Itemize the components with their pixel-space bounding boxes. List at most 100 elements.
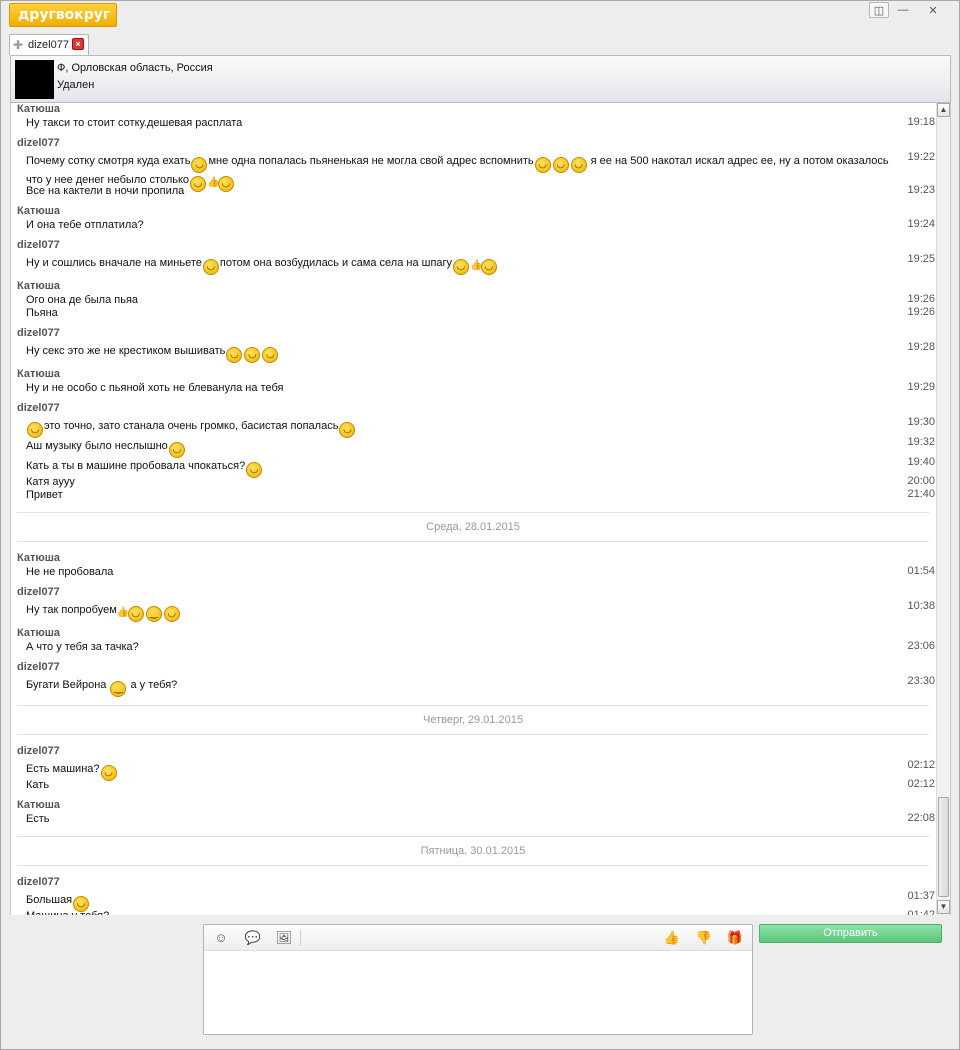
- grin-emoji-icon: ◡: [339, 422, 356, 438]
- scrollbar[interactable]: ▲ ▼: [936, 103, 950, 915]
- message-fragment: Ну секс это же не крестиком вышивать: [26, 345, 226, 357]
- tab-label: dizel077: [28, 39, 69, 51]
- message-time: 19:22: [907, 151, 935, 163]
- smiley-icon[interactable]: ☺: [211, 929, 231, 947]
- grin-emoji-icon: ◡: [191, 157, 208, 173]
- message-text: Пьяна: [26, 307, 58, 319]
- message-sender[interactable]: dizel077: [17, 239, 60, 251]
- message-sender[interactable]: Катюша: [17, 368, 60, 380]
- message-text: Бугати Вейрона ‿ а у тебя?: [26, 678, 896, 697]
- message-sender[interactable]: Катюша: [17, 280, 60, 292]
- grin-emoji-icon: ◡: [202, 259, 219, 275]
- message-time: 19:30: [907, 416, 935, 428]
- thumbs-up-emoji-icon: 👍: [470, 260, 483, 271]
- message-text: Ну и сошлись вначале на миньете ◡ потом он…: [26, 256, 896, 275]
- message-time: 22:08: [907, 812, 935, 824]
- wink-emoji-icon: ‿: [110, 681, 127, 697]
- gift-icon[interactable]: 🎁: [725, 929, 745, 947]
- thumbs-up-emoji-icon: 👍: [116, 607, 130, 618]
- message-text: Аш музыку было неслышно ◡: [26, 439, 896, 458]
- thumbs-down-icon[interactable]: 👎: [694, 929, 714, 947]
- message-time: 19:29: [907, 381, 935, 393]
- close-tab-icon[interactable]: ×: [72, 38, 84, 50]
- message-text: Катя аууу: [26, 476, 75, 488]
- message-fragment: Почему сотку смотря куда ехать: [26, 155, 191, 167]
- message-time: 19:26: [907, 293, 935, 305]
- app-logo: другвокруг: [9, 3, 117, 27]
- contact-name: Ф, Орловская область, Россия: [57, 62, 213, 74]
- message-sender[interactable]: Катюша: [17, 103, 60, 115]
- message-text: И она тебе отплатила?: [26, 219, 144, 231]
- message-sender[interactable]: dizel077: [17, 327, 60, 339]
- message-sender[interactable]: dizel077: [17, 745, 60, 757]
- smile-emoji-icon: ◡: [127, 606, 144, 622]
- wink-emoji-icon: ‿: [145, 606, 162, 622]
- message-time: 01:42: [907, 909, 935, 915]
- person-icon: ✚: [13, 38, 24, 52]
- message-text: ◡ это точно, зато станала очень громко, б…: [26, 419, 896, 438]
- grin-emoji-icon: ◡: [453, 259, 470, 275]
- smile-emoji-icon: ◡: [481, 259, 498, 275]
- message-sender[interactable]: dizel077: [17, 876, 60, 888]
- scroll-up-icon[interactable]: ▲: [937, 103, 950, 117]
- message-time: 19:26: [907, 306, 935, 318]
- message-sender[interactable]: Катюша: [17, 552, 60, 564]
- message-time: 20:00: [907, 475, 935, 487]
- chat-tab[interactable]: ✚ dizel077 ×: [9, 34, 89, 55]
- message-input[interactable]: [204, 952, 752, 1034]
- composer-toolbar: ☺ 💬 🖼 👍 👎 🎁: [204, 925, 752, 951]
- speech-bubble-icon[interactable]: 💬: [243, 929, 263, 947]
- message-sender[interactable]: dizel077: [17, 661, 60, 673]
- message-sender[interactable]: Катюша: [17, 627, 60, 639]
- close-window-icon[interactable]: ✕: [923, 2, 943, 18]
- message-fragment: потом она возбудилась и сама села на шпа…: [219, 257, 453, 269]
- message-time: 01:37: [907, 890, 935, 902]
- message-time: 19:24: [907, 218, 935, 230]
- message-time: 19:40: [907, 456, 935, 468]
- message-fragment: это точно, зато станала очень громко, ба…: [44, 420, 339, 432]
- message-sender[interactable]: Катюша: [17, 205, 60, 217]
- day-separator: Среда, 28.01.2015: [17, 512, 929, 542]
- message-time: 21:40: [907, 488, 935, 500]
- message-text: Ого она де была пьяа: [26, 294, 139, 306]
- message-text: Машина у тебя?: [26, 909, 896, 915]
- message-text: Ну так попробуем👍 ◡ ‿ ◡: [26, 603, 896, 622]
- avatar[interactable]: [15, 60, 54, 99]
- message-sender[interactable]: dizel077: [17, 137, 60, 149]
- toolbar-divider: [300, 930, 301, 946]
- message-text: Ну и не особо с пьяной хоть не блеванула…: [26, 382, 284, 394]
- scroll-thumb[interactable]: [938, 797, 949, 897]
- message-text: Ну такси то стоит сотку.дешевая расплата: [26, 117, 243, 129]
- grin-emoji-icon: ◡: [168, 442, 185, 458]
- message-sender[interactable]: dizel077: [17, 402, 60, 414]
- message-fragment: Ну так попробуем: [26, 604, 117, 616]
- message-fragment: Большая: [26, 894, 73, 906]
- message-time: 10:38: [907, 600, 935, 612]
- message-sender[interactable]: dizel077: [17, 586, 60, 598]
- message-text: Кать: [26, 779, 50, 791]
- contact-header: Ф, Орловская область, Россия Удален: [10, 55, 951, 103]
- chat-history[interactable]: Катюша Ну такси то стоит сотку.дешевая ра…: [10, 103, 951, 915]
- message-time: 19:18: [907, 116, 935, 128]
- contact-status: Удален: [57, 79, 95, 91]
- message-fragment: Кать а ты в машине пробовала чпокаться?: [26, 460, 246, 472]
- message-fragment: Бугати Вейрона: [26, 679, 110, 691]
- day-separator: Четверг, 29.01.2015: [17, 705, 929, 735]
- message-text: Ну секс это же не крестиком вышивать ◡ ◡ ◡: [26, 344, 896, 363]
- message-time: 02:12: [907, 778, 935, 790]
- send-button[interactable]: Отправить: [759, 924, 942, 943]
- minimize-window-icon[interactable]: —: [893, 2, 913, 18]
- grin-emoji-icon: ◡: [27, 422, 43, 438]
- scroll-down-icon[interactable]: ▼: [937, 900, 950, 914]
- message-fragment: Аш музыку было неслышно: [26, 440, 168, 452]
- image-icon[interactable]: 🖼: [274, 929, 294, 947]
- message-fragment: мне одна попалась пьяненькая не могла св…: [208, 155, 534, 167]
- grin-emoji-icon: ◡: [163, 606, 180, 622]
- restore-window-icon[interactable]: ◫: [869, 2, 889, 18]
- message-time: 23:06: [907, 640, 935, 652]
- message-time: 19:25: [907, 253, 935, 265]
- thumbs-up-icon[interactable]: 👍: [662, 929, 682, 947]
- message-sender[interactable]: Катюша: [17, 799, 60, 811]
- message-fragment: Есть машина?: [26, 763, 100, 775]
- day-separator: Пятница, 30.01.2015: [17, 836, 929, 866]
